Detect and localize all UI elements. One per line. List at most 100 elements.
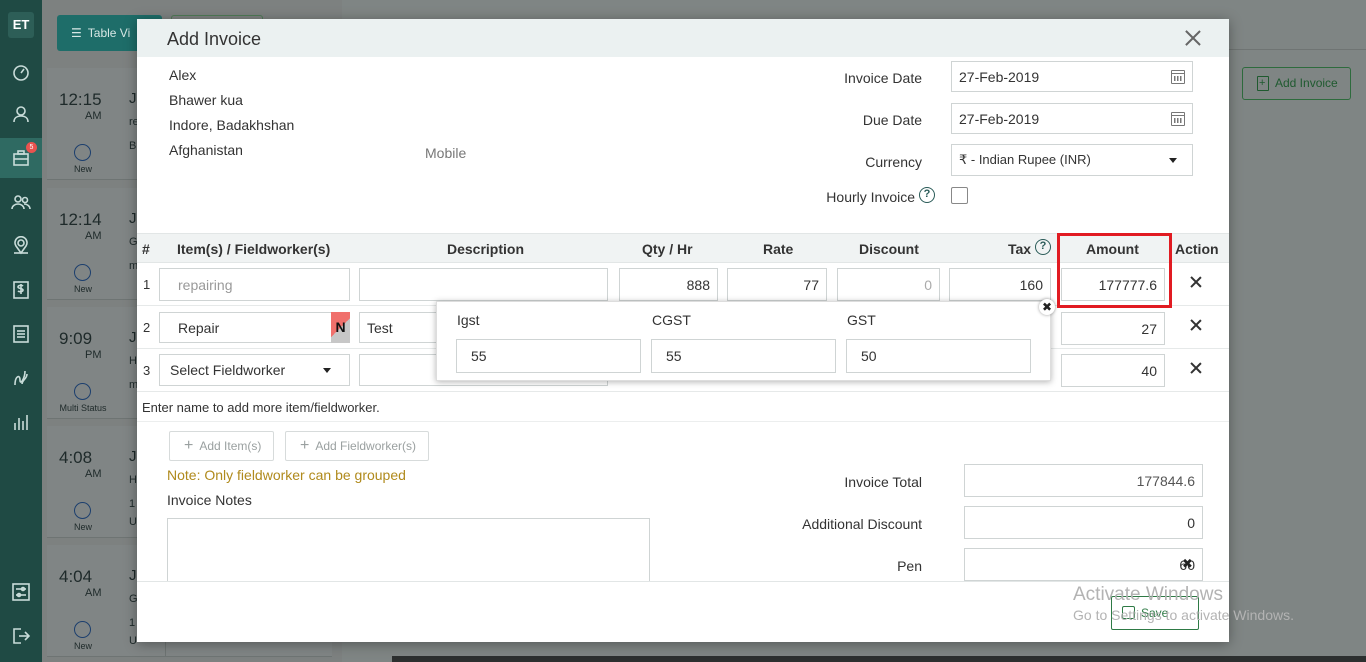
- amount-input[interactable]: 27: [1061, 312, 1165, 345]
- plus-icon: +: [184, 437, 194, 454]
- app-logo: ET: [8, 12, 34, 38]
- logout-icon[interactable]: [7, 622, 35, 650]
- new-item-badge: N: [331, 312, 350, 343]
- job-ampm: PM: [85, 349, 102, 361]
- user-icon[interactable]: [7, 100, 35, 128]
- plus-icon: +: [300, 437, 310, 454]
- status-circle-icon: [74, 621, 91, 638]
- row-number: 3: [143, 363, 151, 378]
- route-icon[interactable]: [7, 364, 35, 392]
- status-circle-icon: [74, 144, 91, 161]
- job-ampm: AM: [85, 230, 102, 242]
- calendar-icon[interactable]: [1171, 70, 1185, 84]
- customer-address-line2: Indore, Badakhshan: [169, 117, 295, 133]
- amount-highlight-box: [1057, 233, 1172, 308]
- amount-input[interactable]: 40: [1061, 354, 1165, 387]
- help-icon[interactable]: ?: [919, 187, 935, 203]
- list-icon[interactable]: [7, 320, 35, 348]
- job-time: 12:14: [59, 210, 102, 229]
- add-invoice-modal: Add Invoice Alex Bhawer kua Indore, Bada…: [137, 19, 1229, 642]
- modal-footer: [137, 581, 1229, 642]
- dashboard-icon[interactable]: [7, 58, 35, 86]
- map-pin-icon[interactable]: [7, 232, 35, 260]
- hourly-invoice-checkbox[interactable]: [951, 187, 968, 204]
- job-status: New: [73, 164, 92, 174]
- grouping-note: Note: Only fieldworker can be grouped: [167, 467, 406, 483]
- tax-help-icon[interactable]: ?: [1035, 239, 1051, 255]
- job-time: 4:04: [59, 567, 93, 586]
- job-time: 9:09: [59, 329, 93, 348]
- item-input[interactable]: repairing: [159, 268, 350, 301]
- chevron-down-icon: [323, 368, 331, 373]
- job-detail: 1: [129, 498, 136, 510]
- briefcase-icon[interactable]: 5: [0, 138, 42, 178]
- pen-label: Pen: [897, 558, 922, 574]
- col-qty: Qty / Hr: [642, 241, 693, 257]
- settings-sliders-icon[interactable]: [7, 578, 35, 606]
- customer-mobile-label: Mobile: [425, 145, 467, 161]
- customer-name: Alex: [169, 67, 197, 83]
- bar-chart-icon[interactable]: [7, 408, 35, 436]
- activate-windows-subtitle: Go to Settings to activate Windows.: [1073, 607, 1294, 623]
- col-discount: Discount: [859, 241, 919, 257]
- item-input[interactable]: Repair: [159, 312, 350, 343]
- invoice-date-label: Invoice Date: [844, 70, 922, 86]
- dollar-icon[interactable]: [7, 276, 35, 304]
- remove-row-icon[interactable]: [1190, 319, 1202, 331]
- add-invoice-button[interactable]: Add Invoice: [1242, 67, 1351, 100]
- chevron-down-icon: [1169, 158, 1177, 163]
- job-ampm: AM: [85, 110, 102, 122]
- qty-input[interactable]: 888: [619, 268, 718, 301]
- invoice-date-input[interactable]: 27-Feb-2019: [951, 61, 1193, 92]
- fieldworker-select[interactable]: Select Fieldworker: [159, 354, 350, 386]
- job-status: New: [73, 522, 92, 532]
- multi-status-icon: [74, 383, 91, 400]
- remove-row-icon[interactable]: [1190, 276, 1202, 288]
- cgst-input[interactable]: 55: [651, 339, 836, 373]
- add-fieldworkers-button[interactable]: + Add Fieldworker(s): [285, 431, 429, 461]
- row-number: 2: [143, 320, 151, 335]
- tax-label-gst: GST: [847, 312, 876, 328]
- col-tax: Tax: [1008, 241, 1032, 257]
- due-date-input[interactable]: 27-Feb-2019: [951, 103, 1193, 134]
- col-item: Item(s) / Fieldworker(s): [177, 241, 331, 257]
- tax-breakdown-popup: Igst CGST GST 55 55 50: [436, 301, 1051, 381]
- col-num: #: [142, 241, 150, 257]
- igst-input[interactable]: 55: [456, 339, 641, 373]
- status-circle-icon: [74, 264, 91, 281]
- pen-input[interactable]: 60: [964, 548, 1203, 581]
- job-detail: 1: [129, 617, 136, 629]
- job-status: Multi Status: [59, 403, 107, 413]
- add-file-icon: [1257, 68, 1269, 99]
- invoice-total-input: 177844.6: [964, 464, 1203, 497]
- invoice-total-label: Invoice Total: [844, 474, 922, 490]
- job-time: 12:15: [59, 90, 102, 109]
- tax-input[interactable]: 160: [949, 268, 1051, 301]
- tax-label-igst: Igst: [457, 312, 480, 328]
- calendar-icon[interactable]: [1171, 112, 1185, 126]
- tax-label-cgst: CGST: [652, 312, 691, 328]
- currency-label: Currency: [865, 154, 922, 170]
- rate-input[interactable]: 77: [727, 268, 827, 301]
- modal-title: Add Invoice: [167, 29, 262, 49]
- gst-input[interactable]: 50: [846, 339, 1031, 373]
- remove-pen-icon[interactable]: ✖: [1182, 556, 1193, 572]
- close-icon[interactable]: [1183, 27, 1203, 47]
- additional-discount-input[interactable]: 0: [964, 506, 1203, 539]
- taskbar-strip: [392, 656, 1366, 662]
- add-item-hint: Enter name to add more item/fieldworker.: [142, 400, 380, 415]
- popup-close-icon[interactable]: ✖: [1039, 299, 1055, 315]
- remove-row-icon[interactable]: [1190, 362, 1202, 374]
- status-circle-icon: [74, 502, 91, 519]
- description-input[interactable]: [359, 268, 608, 301]
- customer-country: Afghanistan: [169, 142, 243, 158]
- users-icon[interactable]: [7, 188, 35, 216]
- add-items-button[interactable]: + Add Item(s): [169, 431, 274, 461]
- additional-discount-label: Additional Discount: [802, 516, 922, 532]
- job-ampm: AM: [85, 587, 102, 599]
- currency-select[interactable]: ₹ - Indian Rupee (INR): [951, 144, 1193, 176]
- job-status: New: [73, 641, 92, 651]
- customer-address-line1: Bhawer kua: [169, 92, 243, 108]
- discount-input[interactable]: 0: [837, 268, 940, 301]
- col-action: Action: [1175, 241, 1219, 257]
